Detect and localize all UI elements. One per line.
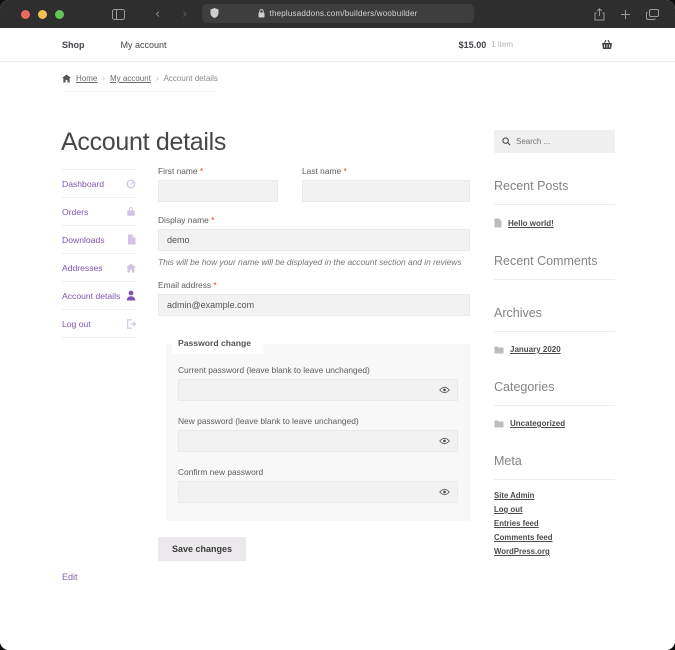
menu-item-downloads[interactable]: Downloads: [62, 226, 136, 254]
file-icon: [127, 234, 136, 245]
current-password-label: Current password (leave blank to leave u…: [178, 365, 458, 375]
required-mark: *: [343, 166, 346, 176]
menu-item-dashboard[interactable]: Dashboard: [62, 170, 136, 198]
required-mark: *: [211, 215, 214, 225]
email-label: Email address *: [158, 280, 470, 290]
breadcrumb: Home › My account › Account details: [62, 74, 218, 92]
home-icon: [126, 263, 136, 273]
folder-icon: [494, 346, 504, 354]
browser-window: ‹ › theplusaddons.com/builders/woobuilde…: [0, 0, 675, 650]
new-tab-icon[interactable]: [620, 9, 631, 20]
eye-icon[interactable]: [439, 386, 450, 394]
menu-item-addresses[interactable]: Addresses: [62, 254, 136, 282]
category-item: Uncategorized: [494, 419, 615, 428]
search-box[interactable]: [494, 130, 615, 153]
categories-heading: Categories: [494, 380, 615, 406]
display-name-label: Display name *: [158, 215, 470, 225]
meta-links: Site Admin Log out Entries feed Comments…: [494, 491, 615, 557]
recent-posts-heading: Recent Posts: [494, 179, 615, 205]
lock-icon: [258, 9, 265, 18]
edit-link[interactable]: Edit: [62, 572, 78, 582]
close-button[interactable]: [21, 10, 30, 19]
cart-total: $15.00: [459, 40, 487, 50]
account-menu: Dashboard Orders Downloads Addresses: [62, 169, 136, 338]
cart-item-count: 1 item: [491, 40, 513, 49]
address-bar[interactable]: theplusaddons.com/builders/woobuilder: [202, 4, 474, 23]
minimize-button[interactable]: [38, 10, 47, 19]
widget-sidebar: Recent Posts Hello world! Recent Comment…: [494, 130, 615, 557]
category-link[interactable]: Uncategorized: [510, 419, 565, 428]
browser-chrome: ‹ › theplusaddons.com/builders/woobuilde…: [0, 0, 675, 28]
breadcrumb-separator: ›: [156, 74, 159, 83]
menu-item-log-out[interactable]: Log out: [62, 310, 136, 338]
new-password-input[interactable]: [178, 430, 458, 452]
account-details-form: First name * Last name * Display name * …: [158, 166, 470, 561]
meta-heading: Meta: [494, 454, 615, 480]
home-icon[interactable]: [62, 74, 71, 83]
archive-link[interactable]: January 2020: [510, 345, 561, 354]
bag-icon: [126, 207, 136, 217]
share-icon[interactable]: [594, 8, 605, 21]
user-icon: [126, 290, 136, 301]
page-title: Account details: [61, 128, 226, 157]
required-mark: *: [213, 280, 216, 290]
archives-heading: Archives: [494, 306, 615, 332]
sign-out-icon: [126, 319, 136, 329]
tabs-icon[interactable]: [646, 9, 659, 20]
menu-item-orders[interactable]: Orders: [62, 198, 136, 226]
first-name-label: First name *: [158, 166, 278, 176]
search-icon: [502, 137, 511, 146]
password-change-legend: Password change: [172, 334, 263, 354]
sidebar-toggle-icon[interactable]: [112, 9, 125, 20]
gauge-icon: [126, 179, 136, 189]
traffic-lights: [0, 10, 64, 19]
current-password-input[interactable]: [178, 379, 458, 401]
password-change-fieldset: Password change Current password (leave …: [166, 334, 470, 521]
search-input[interactable]: [516, 137, 607, 146]
zoom-button[interactable]: [55, 10, 64, 19]
back-icon[interactable]: ‹: [155, 8, 160, 21]
meta-comments-feed-link[interactable]: Comments feed: [494, 533, 615, 543]
meta-log-out-link[interactable]: Log out: [494, 505, 615, 515]
display-name-hint: This will be how your name will be displ…: [158, 257, 470, 267]
display-name-input[interactable]: [158, 229, 470, 251]
first-name-input[interactable]: [158, 180, 278, 202]
forward-icon[interactable]: ›: [182, 8, 187, 21]
required-mark: *: [200, 166, 203, 176]
menu-item-account-details[interactable]: Account details: [62, 282, 136, 310]
confirm-password-input[interactable]: [178, 481, 458, 503]
breadcrumb-my-account-link[interactable]: My account: [110, 74, 151, 83]
post-icon: [494, 218, 502, 228]
recent-comments-heading: Recent Comments: [494, 254, 615, 280]
last-name-label: Last name *: [302, 166, 470, 176]
breadcrumb-separator: ›: [102, 74, 105, 83]
meta-wordpress-link[interactable]: WordPress.org: [494, 547, 615, 557]
nav-my-account-link[interactable]: My account: [121, 40, 167, 50]
recent-post-item: Hello world!: [494, 218, 615, 228]
confirm-password-label: Confirm new password: [178, 467, 458, 477]
url-text: theplusaddons.com/builders/woobuilder: [270, 9, 418, 18]
meta-site-admin-link[interactable]: Site Admin: [494, 491, 615, 501]
webpage: Shop My account $15.00 1 item Home › My …: [0, 28, 675, 650]
nav-shop-link[interactable]: Shop: [62, 40, 85, 50]
eye-icon[interactable]: [439, 488, 450, 496]
recent-post-link[interactable]: Hello world!: [508, 219, 554, 228]
cart-summary[interactable]: $15.00 1 item: [459, 39, 613, 50]
basket-icon[interactable]: [601, 39, 613, 50]
archive-item: January 2020: [494, 345, 615, 354]
eye-icon[interactable]: [439, 437, 450, 445]
new-password-label: New password (leave blank to leave uncha…: [178, 416, 458, 426]
shield-icon[interactable]: [209, 7, 220, 19]
folder-icon: [494, 420, 504, 428]
breadcrumb-home-link[interactable]: Home: [76, 74, 97, 83]
breadcrumb-current: Account details: [164, 74, 218, 83]
email-input[interactable]: [158, 294, 470, 316]
store-nav: Shop My account $15.00 1 item: [0, 28, 675, 62]
meta-entries-feed-link[interactable]: Entries feed: [494, 519, 615, 529]
save-changes-button[interactable]: Save changes: [158, 537, 246, 561]
last-name-input[interactable]: [302, 180, 470, 202]
